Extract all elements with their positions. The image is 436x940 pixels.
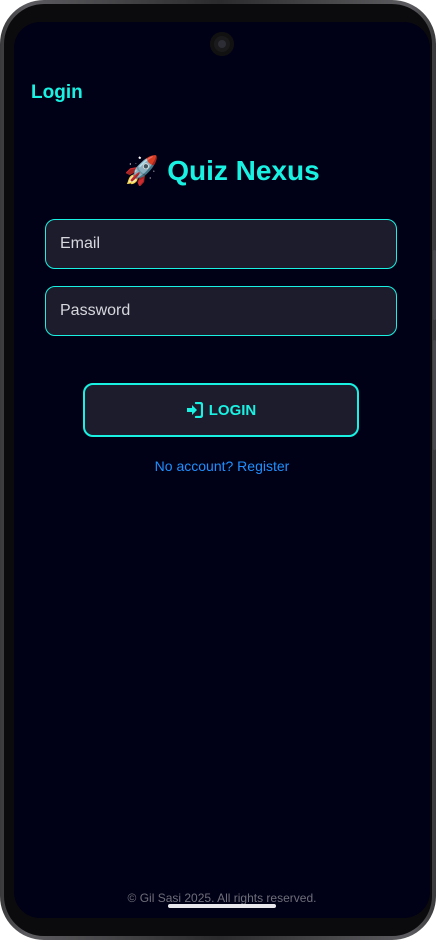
app-bar-title: Login (31, 82, 83, 103)
phone-bezel: Login 🚀Quiz Nexus LOGIN No account? Regi… (4, 4, 432, 936)
app-screen: Login 🚀Quiz Nexus LOGIN No account? Regi… (14, 22, 430, 918)
login-button-label: LOGIN (208, 401, 257, 419)
home-indicator[interactable] (168, 904, 276, 908)
app-name: Quiz Nexus (167, 155, 320, 186)
front-camera-icon (210, 32, 234, 56)
rocket-icon: 🚀 (124, 155, 160, 186)
login-icon (186, 402, 203, 418)
email-input[interactable] (46, 220, 396, 268)
password-input[interactable] (46, 287, 396, 335)
register-link[interactable]: No account? Register (14, 458, 430, 474)
email-field (45, 219, 397, 269)
status-bar (14, 22, 430, 62)
password-field (45, 286, 397, 336)
login-button[interactable]: LOGIN (83, 383, 359, 437)
page-title: 🚀 Quiz Nexus (14, 154, 430, 187)
phone-frame: Login 🚀Quiz Nexus LOGIN No account? Regi… (0, 0, 436, 940)
footer-copyright: © Gil Sasi 2025. All rights reserved. (127, 891, 317, 905)
